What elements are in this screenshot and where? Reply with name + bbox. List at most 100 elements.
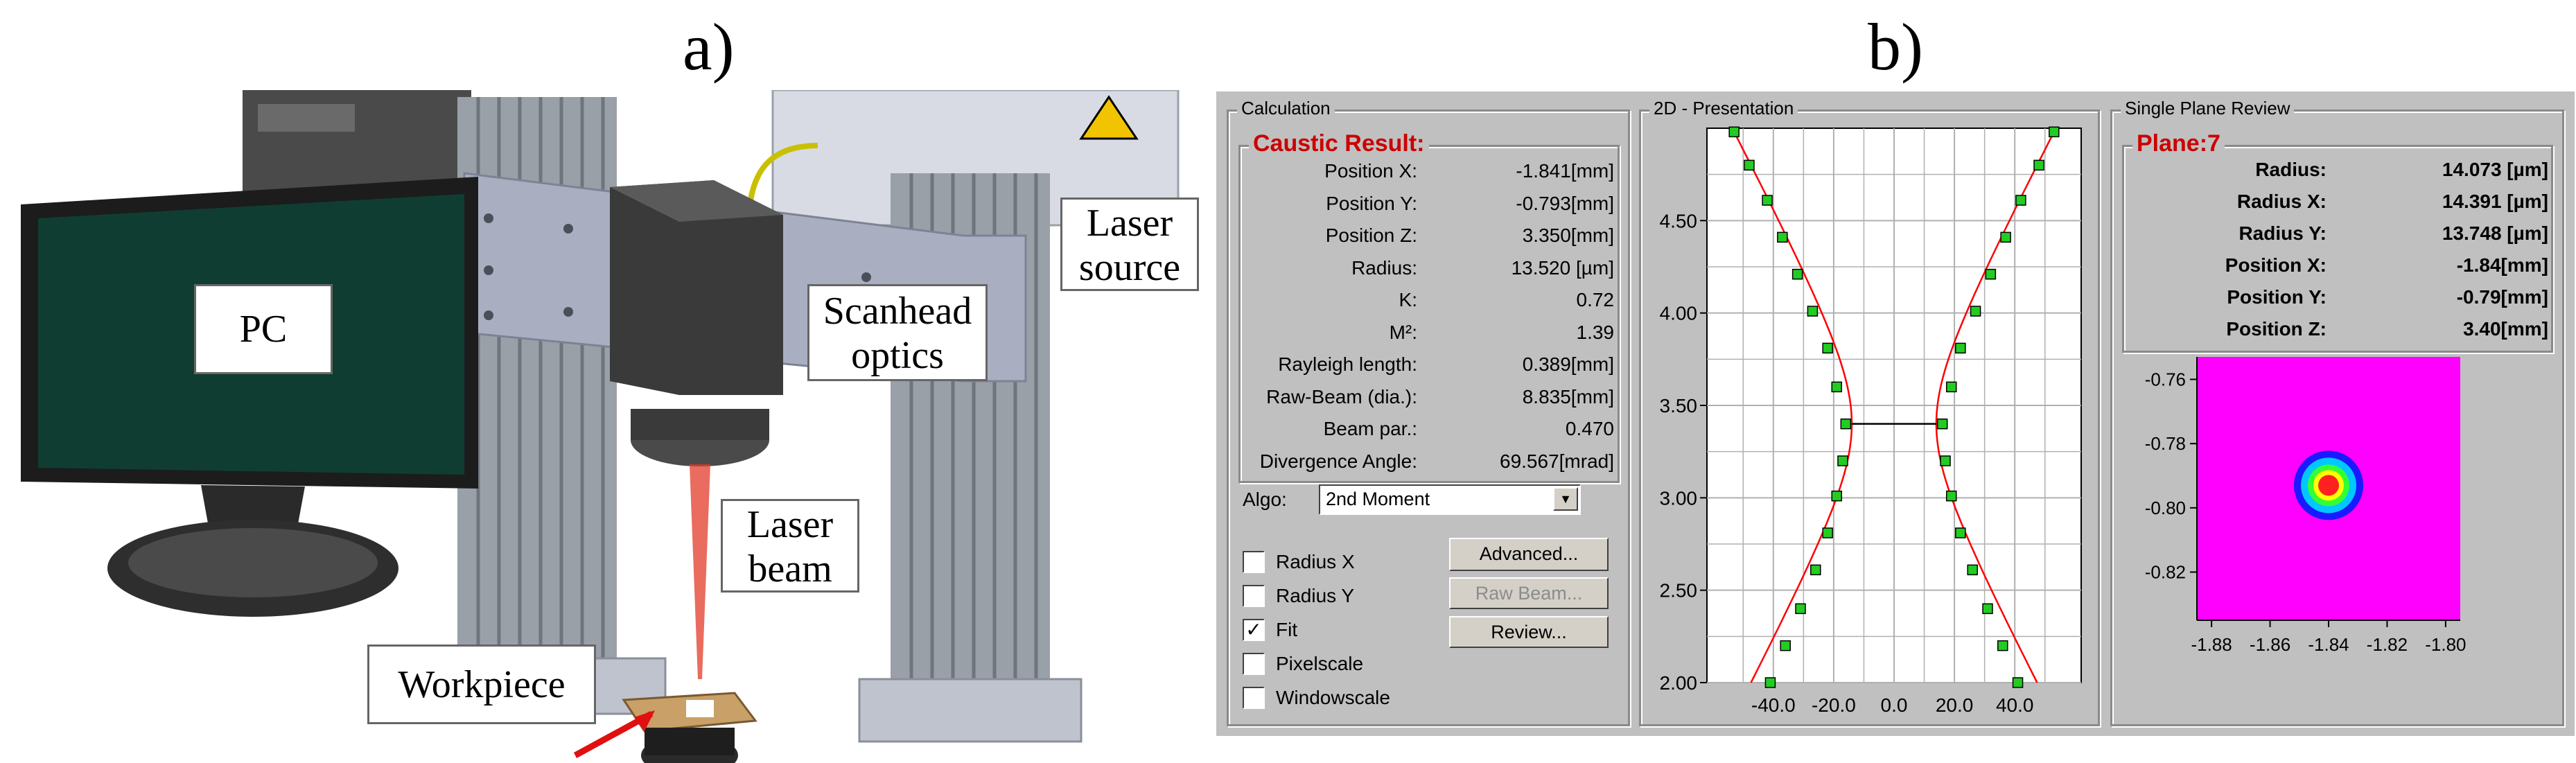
row-label: M²: — [1389, 321, 1417, 343]
callout-scanhead-line2: optics — [851, 334, 944, 378]
row-value: 0.72 — [1576, 289, 1615, 310]
y-tick-label: -0.82 — [2145, 561, 2186, 582]
figure-label-a: a) — [683, 10, 735, 84]
advanced-button[interactable]: Advanced... — [1449, 538, 1609, 571]
callout-workpiece: Workpiece — [367, 644, 596, 724]
data-point — [1955, 342, 1966, 354]
checkbox-label: Radius Y — [1276, 585, 1355, 606]
data-point — [1831, 381, 1843, 393]
algo-select[interactable]: 2nd Moment ▼ — [1319, 484, 1581, 515]
data-point — [1985, 268, 1997, 280]
data-point — [1997, 640, 2008, 651]
callout-laser-source: Laser source — [1060, 198, 1199, 291]
row-value: 13.748 [µm] — [2442, 222, 2548, 244]
data-point — [1982, 603, 1993, 615]
data-point — [1967, 564, 1978, 576]
data-point — [1764, 677, 1776, 688]
data-point — [1822, 342, 1833, 354]
y-tick-label: -0.76 — [2145, 369, 2186, 389]
data-point — [1791, 268, 1803, 280]
data-point — [1777, 231, 1788, 243]
checkbox-box[interactable] — [1243, 585, 1265, 607]
x-tick-label: -1.84 — [2308, 634, 2349, 655]
callout-scanhead: Scanhead optics — [807, 284, 988, 381]
checkbox-box[interactable] — [1243, 551, 1265, 573]
data-point — [1795, 603, 1806, 615]
figure-label-b: b) — [1868, 10, 1923, 84]
x-tick-label: 0.0 — [1881, 694, 1908, 716]
data-point — [2015, 195, 2026, 206]
data-point — [1970, 306, 1981, 317]
row-value: 14.391 [µm] — [2442, 191, 2548, 212]
row-value: 8.835[mm] — [1522, 385, 1614, 407]
row-value: 69.567[mrad] — [1500, 450, 1614, 472]
caustic-chart: -40.0 -20.0 0.0 20.0 40.0 2.00 2.50 3.00 3.50 4.0… — [1660, 126, 2082, 716]
y-tick-label: 2.00 — [1660, 672, 1698, 694]
row-label: Divergence Angle: — [1259, 450, 1417, 472]
chevron-down-icon[interactable]: ▼ — [1553, 487, 1578, 511]
frame-base-right — [858, 678, 1083, 743]
data-point — [1955, 527, 1966, 538]
row-label: Radius X: — [2236, 191, 2327, 212]
checkbox-box[interactable] — [1243, 653, 1265, 675]
data-point — [1780, 640, 1791, 651]
laser-beam — [690, 464, 710, 679]
row-label: Rayleigh length: — [1278, 353, 1417, 375]
checkbox-fit[interactable]: ✓ Fit — [1243, 617, 1437, 645]
data-point — [1936, 418, 1948, 430]
y-tick-label: 4.50 — [1660, 210, 1698, 231]
data-point — [1762, 195, 1773, 206]
algo-select-value: 2nd Moment — [1326, 489, 1430, 509]
y-tick-label: 4.00 — [1660, 303, 1698, 324]
row-value: 3.40[mm] — [2463, 318, 2548, 340]
row-value: 3.350[mm] — [1522, 225, 1614, 246]
x-tick-label: -20.0 — [1812, 694, 1856, 716]
data-point — [2012, 677, 2024, 688]
data-point — [1840, 418, 1852, 430]
x-tick-label: 40.0 — [1996, 694, 2034, 716]
data-point — [1940, 455, 1951, 466]
raw-beam-button[interactable]: Raw Beam... — [1449, 577, 1609, 609]
x-tick-label: -1.82 — [2367, 634, 2408, 655]
row-label: Position Y: — [2227, 286, 2327, 308]
row-label: Position X: — [1324, 160, 1417, 182]
data-point — [2049, 126, 2060, 138]
row-label: K: — [1399, 289, 1417, 310]
row-label: Beam par.: — [1323, 418, 1417, 439]
row-label: Radius Y: — [2238, 222, 2327, 244]
setup-illustration — [21, 90, 1180, 763]
data-point — [1807, 306, 1819, 317]
callout-laser-beam-line2: beam — [748, 547, 832, 591]
checkmark-icon[interactable]: ✓ — [1243, 619, 1265, 641]
checkbox-label: Fit — [1276, 619, 1298, 640]
y-tick-label: 2.50 — [1660, 580, 1698, 602]
data-point — [2000, 231, 2011, 243]
checkbox-pixelscale[interactable]: Pixelscale — [1243, 651, 1437, 679]
y-tick-label: -0.78 — [2145, 433, 2186, 454]
checkbox-windowscale[interactable]: Windowscale — [1243, 685, 1437, 713]
calculation-group: Calculation Caustic Result: Position X: -… — [1227, 98, 1630, 726]
checkbox-radius-x[interactable]: Radius X — [1243, 550, 1437, 577]
x-tick-label: -1.86 — [2250, 634, 2290, 655]
algo-label: Algo: — [1243, 489, 1287, 510]
y-tick-label: -0.80 — [2145, 498, 2186, 518]
row-label: Position Y: — [1326, 192, 1417, 214]
checkbox-radius-y[interactable]: Radius Y — [1243, 584, 1437, 611]
callout-laser-source-line2: source — [1078, 246, 1181, 290]
review-button[interactable]: Review... — [1449, 616, 1609, 648]
y-tick-label: 3.00 — [1660, 487, 1698, 509]
callout-scanhead-line1: Scanhead — [823, 290, 972, 333]
x-tick-label: 20.0 — [1936, 694, 1974, 716]
callout-workpiece-text: Workpiece — [398, 663, 566, 706]
callout-pc: PC — [194, 284, 333, 374]
row-value: -0.79[mm] — [2456, 286, 2548, 308]
callout-laser-beam: Laser beam — [721, 499, 859, 593]
callout-pc-text: PC — [239, 308, 288, 351]
data-point — [1822, 527, 1833, 538]
row-value: -0.793[mm] — [1516, 192, 1614, 214]
row-label: Radius: — [2255, 159, 2327, 180]
checkbox-box[interactable] — [1243, 687, 1265, 709]
data-point — [2033, 159, 2044, 171]
beam-spot-heatmap: -1.88 -1.86 -1.84 -1.82 -1.80 -0.76 -0.78 -0.80… — [2145, 357, 2467, 655]
beam-spot-ring — [2318, 475, 2339, 496]
